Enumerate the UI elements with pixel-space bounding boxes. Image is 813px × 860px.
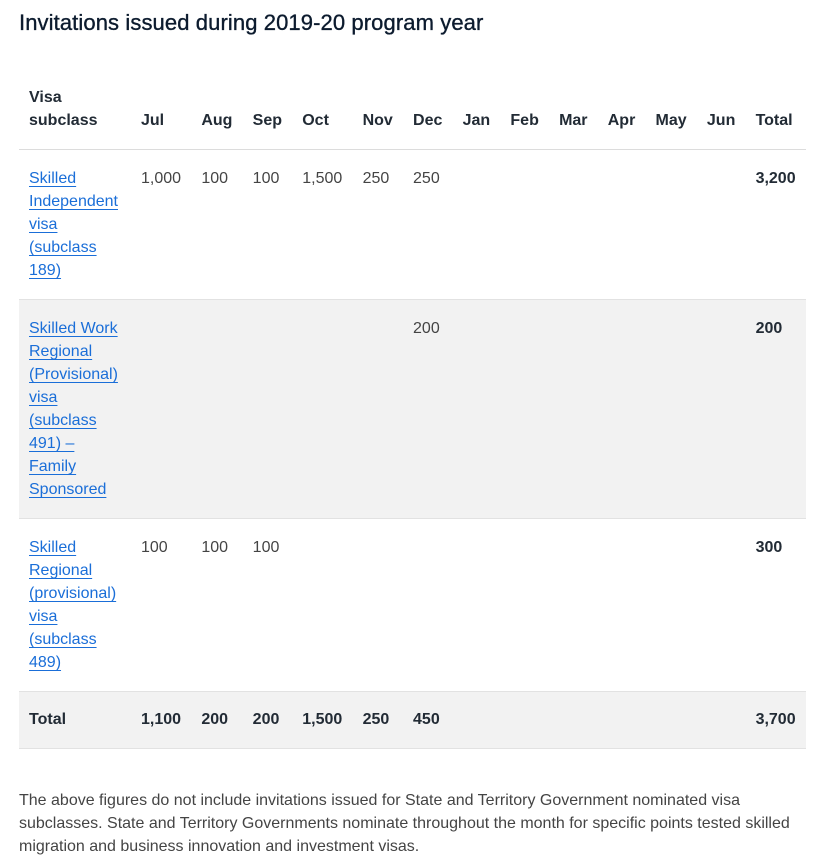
header-apr: Apr <box>597 80 646 150</box>
cell-oct: 1,500 <box>292 149 353 300</box>
visa-cell: Skilled Regional (provisional) visa (sub… <box>19 518 131 692</box>
header-jul: Jul <box>131 80 192 150</box>
header-may: May <box>645 80 697 150</box>
cell-oct <box>292 299 353 519</box>
cell-feb <box>500 518 550 692</box>
total-aug: 200 <box>191 691 243 749</box>
cell-jan <box>452 299 501 519</box>
header-oct: Oct <box>292 80 353 150</box>
cell-feb <box>500 299 550 519</box>
page-title: Invitations issued during 2019-20 progra… <box>19 10 484 35</box>
cell-nov: 250 <box>352 149 404 300</box>
cell-mar <box>549 149 598 300</box>
total-jun <box>696 691 746 749</box>
cell-row-total: 300 <box>745 518 806 692</box>
total-apr <box>597 691 646 749</box>
header-visa-line1: Visa <box>29 89 62 106</box>
cell-may <box>645 149 697 300</box>
cell-sep: 100 <box>242 518 293 692</box>
header-visa-subclass: Visa subclass <box>19 80 131 150</box>
visa-cell: Skilled Independent visa (subclass 189) <box>19 149 131 300</box>
cell-may <box>645 518 697 692</box>
cell-mar <box>549 299 598 519</box>
cell-row-total: 200 <box>745 299 806 519</box>
visa-link-subclass-491[interactable]: Skilled Work Regional (Provisional) visa… <box>29 320 118 498</box>
invitations-table: Visa subclass Jul Aug Sep Oct Nov Dec Ja… <box>19 80 806 749</box>
cell-mar <box>549 518 598 692</box>
cell-jul <box>131 299 192 519</box>
total-feb <box>500 691 550 749</box>
cell-aug: 100 <box>191 518 243 692</box>
cell-jan <box>452 149 501 300</box>
visa-link-subclass-489[interactable]: Skilled Regional (provisional) visa (sub… <box>29 539 116 671</box>
cell-oct <box>292 518 353 692</box>
cell-jun <box>696 518 746 692</box>
cell-may <box>645 299 697 519</box>
cell-sep <box>242 299 293 519</box>
total-may <box>645 691 697 749</box>
visa-cell: Skilled Work Regional (Provisional) visa… <box>19 299 131 519</box>
cell-row-total: 3,200 <box>745 149 806 300</box>
table-total-row: Total 1,100 200 200 1,500 250 450 3,700 <box>19 691 806 749</box>
cell-jun <box>696 299 746 519</box>
page: Invitations issued during 2019-20 progra… <box>0 0 813 858</box>
table-row: Skilled Regional (provisional) visa (sub… <box>19 518 806 692</box>
cell-jul: 1,000 <box>131 149 192 300</box>
cell-apr <box>597 149 646 300</box>
visa-link-subclass-189[interactable]: Skilled Independent visa (subclass 189) <box>29 170 118 279</box>
cell-jul: 100 <box>131 518 192 692</box>
header-aug: Aug <box>191 80 243 150</box>
total-jul: 1,100 <box>131 691 192 749</box>
cell-apr <box>597 299 646 519</box>
total-oct: 1,500 <box>292 691 353 749</box>
cell-nov <box>352 299 404 519</box>
header-visa-line2: subclass <box>29 112 98 129</box>
header-total: Total <box>745 80 806 150</box>
header-feb: Feb <box>500 80 550 150</box>
total-nov: 250 <box>352 691 404 749</box>
total-jan <box>452 691 501 749</box>
table-header-row: Visa subclass Jul Aug Sep Oct Nov Dec Ja… <box>19 80 806 150</box>
header-nov: Nov <box>352 80 404 150</box>
total-dec: 450 <box>403 691 453 749</box>
total-mar <box>549 691 598 749</box>
cell-dec: 250 <box>403 149 453 300</box>
cell-jun <box>696 149 746 300</box>
cell-apr <box>597 518 646 692</box>
header-jun: Jun <box>696 80 746 150</box>
total-row-label: Total <box>19 691 131 749</box>
header-jan: Jan <box>452 80 501 150</box>
cell-sep: 100 <box>242 149 293 300</box>
grand-total: 3,700 <box>745 691 806 749</box>
footnote: The above figures do not include invitat… <box>19 792 790 855</box>
cell-jan <box>452 518 501 692</box>
cell-aug: 100 <box>191 149 243 300</box>
header-mar: Mar <box>549 80 598 150</box>
header-dec: Dec <box>403 80 453 150</box>
table-row: Skilled Work Regional (Provisional) visa… <box>19 299 806 519</box>
cell-nov <box>352 518 404 692</box>
total-sep: 200 <box>242 691 293 749</box>
cell-dec <box>403 518 453 692</box>
cell-aug <box>191 299 243 519</box>
table-row: Skilled Independent visa (subclass 189) … <box>19 149 806 300</box>
cell-dec: 200 <box>403 299 453 519</box>
header-sep: Sep <box>242 80 293 150</box>
cell-feb <box>500 149 550 300</box>
